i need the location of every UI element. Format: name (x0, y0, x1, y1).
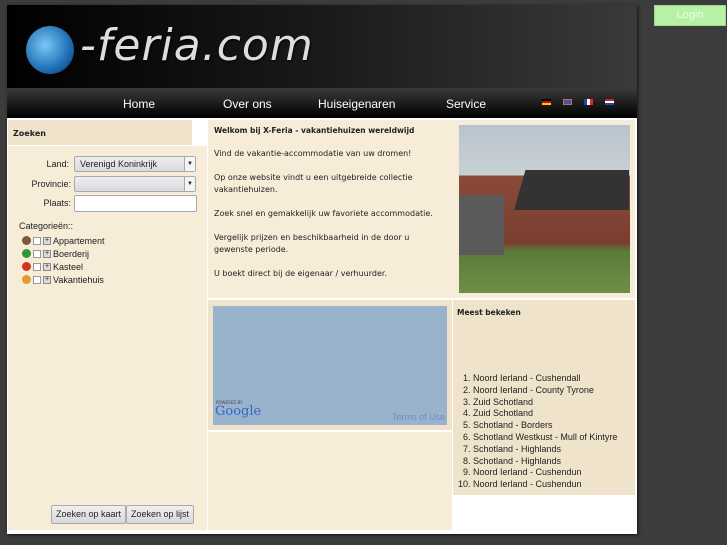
chevron-down-icon: ▼ (184, 157, 195, 171)
popular-item-link[interactable]: Noord Ierland - Cushendun (473, 479, 617, 491)
nav-huiseigenaren[interactable]: Huiseigenaren (318, 97, 395, 111)
welcome-paragraph: Vergelijk prijzen en beschikbaarheid in … (214, 233, 410, 254)
category-boerderij: + Boerderij (22, 247, 89, 260)
map-pin-icon (22, 236, 31, 245)
welcome-text: Vind de vakantie-accommodatie van uw dro… (214, 148, 449, 280)
house-photo (459, 125, 630, 293)
nav-service[interactable]: Service (446, 97, 486, 111)
logo[interactable]: -feria.com (80, 20, 314, 71)
nav-home[interactable]: Home (123, 97, 155, 111)
login-button[interactable]: Login (654, 5, 726, 26)
provincie-select[interactable]: ▼ (74, 176, 196, 192)
popular-item-link[interactable]: Schotland - Highlands (473, 444, 617, 456)
popular-title: Meest bekeken (457, 308, 521, 317)
globe-logo-icon (26, 26, 74, 74)
nav-over-ons[interactable]: Over ons (223, 97, 272, 111)
welcome-paragraph: Zoek snel en gemakkelijk uw favoriete ac… (214, 209, 433, 218)
terms-of-use-link[interactable]: Terms of Use (392, 412, 445, 422)
popular-item-link[interactable]: Zuid Schotland (473, 408, 617, 420)
land-select[interactable]: Verenigd Koninkrijk ▼ (74, 156, 196, 172)
popular-item-link[interactable]: Noord Ierland - Cushendall (473, 373, 617, 385)
category-checkbox[interactable] (33, 249, 41, 258)
category-checkbox[interactable] (33, 275, 41, 284)
land-label: Land: (46, 159, 69, 169)
category-checkbox[interactable] (33, 262, 41, 271)
chevron-down-icon: ▼ (184, 177, 195, 191)
flag-de-icon[interactable] (542, 99, 551, 105)
flag-fr-icon[interactable] (584, 99, 593, 105)
lower-panel (208, 432, 452, 530)
flag-nl-icon[interactable] (605, 99, 614, 105)
popular-item-link[interactable]: Zuid Schotland (473, 397, 617, 409)
welcome-paragraph: Vind de vakantie-accommodatie van uw dro… (214, 149, 412, 158)
expand-icon[interactable]: + (43, 275, 51, 284)
category-kasteel: + Kasteel (22, 260, 83, 273)
map-pin-icon (22, 262, 31, 271)
popular-item-link[interactable]: Schotland Westkust - Mull of Kintyre (473, 432, 617, 444)
categories-label: Categorieën:: (19, 221, 74, 231)
category-label: Kasteel (53, 261, 84, 272)
expand-icon[interactable]: + (43, 236, 51, 245)
google-logo: Google (215, 404, 262, 419)
plaats-input[interactable] (74, 195, 197, 212)
popular-item-link[interactable]: Schotland - Borders (473, 420, 617, 432)
flag-en-icon[interactable] (563, 99, 572, 105)
land-value: Verenigd Koninkrijk (80, 159, 158, 169)
expand-icon[interactable]: + (43, 249, 51, 258)
welcome-title: Welkom bij X-Feria - vakantiehuizen were… (214, 126, 415, 135)
neighbor-house (459, 195, 504, 255)
roof (514, 170, 629, 210)
category-label: Vakantiehuis (53, 274, 104, 285)
popular-list: Noord Ierland - Cushendall Noord Ierland… (453, 373, 617, 491)
popular-item-link[interactable]: Noord Ierland - County Tyrone (473, 385, 617, 397)
category-label: Appartement (53, 235, 105, 246)
search-title: Zoeken (13, 129, 46, 138)
map[interactable]: POWERED BY Google Terms of Use (213, 306, 447, 425)
category-checkbox[interactable] (33, 236, 41, 245)
popular-item-link[interactable]: Schotland - Highlands (473, 456, 617, 468)
category-appartement: + Appartement (22, 234, 105, 247)
search-on-list-button[interactable]: Zoeken op lijst (126, 505, 195, 524)
category-label: Boerderij (53, 248, 90, 259)
welcome-paragraph: U boekt direct bij de eigenaar / verhuur… (214, 269, 387, 278)
search-on-map-button[interactable]: Zoeken op kaart (51, 505, 127, 524)
category-vakantiehuis: + Vakantiehuis (22, 273, 104, 286)
plaats-label: Plaats: (43, 198, 71, 208)
map-pin-icon (22, 249, 31, 258)
provincie-label: Provincie: (31, 179, 71, 189)
popular-item-link[interactable]: Noord Ierland - Cushendun (473, 467, 617, 479)
map-pin-icon (22, 275, 31, 284)
welcome-paragraph: Op onze website vindt u een uitgebreide … (214, 173, 413, 194)
expand-icon[interactable]: + (43, 262, 51, 271)
